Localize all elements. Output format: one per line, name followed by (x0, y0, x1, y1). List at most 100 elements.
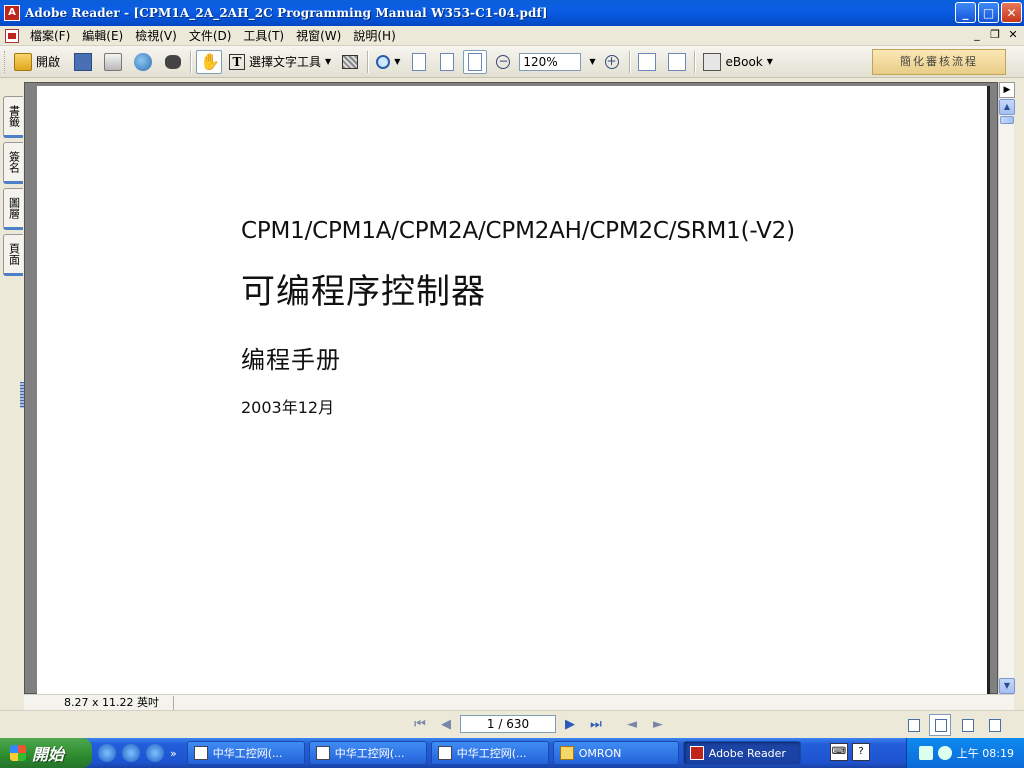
chevron-down-icon[interactable]: ▼ (767, 57, 773, 66)
close-button[interactable]: ✕ (1001, 2, 1022, 23)
fit-width-icon (468, 52, 483, 71)
zoom-level-field[interactable]: 120% (519, 52, 582, 71)
network-icon[interactable] (918, 746, 933, 760)
tab-layers[interactable]: 圖層 (3, 188, 23, 230)
system-tray: 上午 08:19 (906, 738, 1024, 768)
browser-icon (437, 746, 452, 760)
page-icon (412, 52, 427, 71)
chevron-down-icon[interactable]: ▼ (325, 57, 331, 66)
options-arrow-icon[interactable]: ▶ (999, 82, 1015, 98)
simplified-review-button[interactable]: 簡化審核流程 (872, 49, 1006, 75)
hand-tool-button[interactable]: ✋ (196, 49, 223, 74)
single-page-icon (908, 719, 920, 732)
browser-icon[interactable] (122, 744, 140, 762)
taskbar-item[interactable]: 中华工控网(... (430, 741, 549, 765)
window-title: Adobe Reader - [CPM1A_2A_2AH_2C Programm… (25, 6, 548, 20)
go-forward-icon[interactable]: ► (648, 715, 668, 735)
menu-edit[interactable]: 編輯(E) (76, 27, 129, 44)
toolbar-grip[interactable] (4, 50, 7, 73)
vertical-scrollbar[interactable]: ▶ ▲ ▼ (998, 82, 1015, 694)
internet-explorer-icon[interactable] (98, 744, 116, 762)
maximize-button[interactable]: □ (978, 2, 999, 23)
toolbar-separator (693, 50, 695, 73)
save-icon (74, 52, 93, 71)
menu-window[interactable]: 視窗(W) (290, 27, 347, 44)
next-page-icon[interactable]: ▶ (560, 715, 580, 735)
email-icon (134, 52, 153, 71)
fit-page-button[interactable] (435, 50, 459, 74)
zoom-in-button[interactable]: + (600, 50, 624, 74)
print-button[interactable] (101, 50, 125, 74)
go-back-icon[interactable]: ◄ (622, 715, 642, 735)
scroll-thumb[interactable] (1000, 116, 1014, 124)
taskbar-item[interactable]: 中华工控网(... (186, 741, 305, 765)
rotate-counterclockwise-button[interactable] (665, 50, 689, 74)
doc-restore-button[interactable]: ❐ (988, 28, 1002, 41)
pdf-icon (689, 746, 704, 760)
open-button[interactable]: 開啟 (11, 50, 63, 74)
single-page-view-button[interactable] (902, 714, 924, 736)
toolbar: 開啟 ✋ T 選擇文字工具 ▼ ▼ − 120% ▼ + eBook ▼ 簡化審… (0, 46, 1024, 78)
keyboard-icon[interactable]: ⌨ (830, 743, 848, 761)
taskbar-item-active[interactable]: Adobe Reader (682, 741, 801, 765)
document-title: 可编程序控制器 (241, 272, 486, 312)
doc-minimize-button[interactable]: _ (970, 28, 984, 41)
page-number-field[interactable]: 1 / 630 (460, 715, 556, 733)
scroll-down-arrow-icon[interactable]: ▼ (999, 678, 1015, 694)
browser-icon (315, 746, 330, 760)
document-date: 2003年12月 (241, 398, 335, 417)
taskbar-item[interactable]: OMRON (552, 741, 679, 765)
menu-tools[interactable]: 工具(T) (237, 27, 290, 44)
magnifier-icon (376, 54, 391, 69)
horizontal-scrollbar[interactable]: 8.27 x 11.22 英吋 (24, 694, 1014, 710)
doc-close-button[interactable]: ✕ (1006, 28, 1020, 41)
task-label: 中华工控网(... (212, 747, 283, 760)
ebook-button[interactable]: eBook ▼ (700, 50, 780, 74)
document-viewer[interactable]: CPM1/CPM1A/CPM2A/CPM2AH/CPM2C/SRM1(-V2) … (24, 82, 998, 695)
chevron-down-icon[interactable]: ▼ (589, 57, 595, 66)
menu-help[interactable]: 說明(H) (347, 27, 401, 44)
zoom-tool-button[interactable]: ▼ (373, 50, 407, 74)
last-page-icon[interactable]: ⏭ (586, 715, 606, 735)
quick-launch-more-icon[interactable]: » (170, 747, 177, 760)
continuous-facing-view-button[interactable] (983, 714, 1005, 736)
continuous-view-button[interactable] (929, 714, 951, 736)
save-button[interactable] (71, 50, 95, 74)
minimize-button[interactable]: _ (955, 2, 976, 23)
facing-view-button[interactable] (956, 714, 978, 736)
find-button[interactable] (161, 50, 185, 74)
menu-bar: 檔案(F) 編輯(E) 檢視(V) 文件(D) 工具(T) 視窗(W) 說明(H… (0, 26, 1024, 46)
document-icon[interactable] (5, 28, 19, 43)
tab-pages[interactable]: 頁面 (3, 234, 23, 276)
tab-signatures[interactable]: 簽名 (3, 142, 23, 184)
rotate-clockwise-button[interactable] (635, 50, 659, 74)
menu-document[interactable]: 文件(D) (183, 27, 238, 44)
zoom-out-button[interactable]: − (491, 50, 515, 74)
menu-view[interactable]: 檢視(V) (129, 27, 183, 44)
ebook-icon (702, 52, 721, 71)
model-line: CPM1/CPM1A/CPM2A/CPM2AH/CPM2C/SRM1(-V2) (241, 218, 795, 244)
help-icon[interactable]: ? (852, 743, 870, 761)
fit-width-button[interactable] (463, 49, 488, 74)
email-button[interactable] (131, 50, 155, 74)
rotate-ccw-icon (667, 52, 686, 71)
start-button[interactable]: 開始 (0, 738, 92, 768)
previous-page-icon[interactable]: ◀ (436, 715, 456, 735)
select-text-button[interactable]: T 選擇文字工具 ▼ (226, 50, 338, 74)
toolbar-separator (628, 50, 630, 73)
menu-file[interactable]: 檔案(F) (24, 27, 76, 44)
snapshot-button[interactable] (338, 50, 362, 74)
actual-size-button[interactable] (407, 50, 431, 74)
tab-bookmarks[interactable]: 書籤 (3, 96, 23, 138)
volume-icon[interactable] (937, 746, 952, 760)
task-label: Adobe Reader (708, 746, 786, 760)
scroll-up-arrow-icon[interactable]: ▲ (999, 99, 1015, 115)
taskbar-item[interactable]: 中华工控网(... (308, 741, 427, 765)
chevron-down-icon[interactable]: ▼ (394, 57, 400, 66)
ebook-label: eBook (725, 54, 763, 69)
first-page-icon[interactable]: ⏮ (410, 715, 430, 735)
pdf-icon[interactable]: A (4, 5, 20, 21)
media-player-icon[interactable] (146, 744, 164, 762)
fit-page-icon (440, 52, 455, 71)
clock[interactable]: 上午 08:19 (957, 745, 1014, 761)
